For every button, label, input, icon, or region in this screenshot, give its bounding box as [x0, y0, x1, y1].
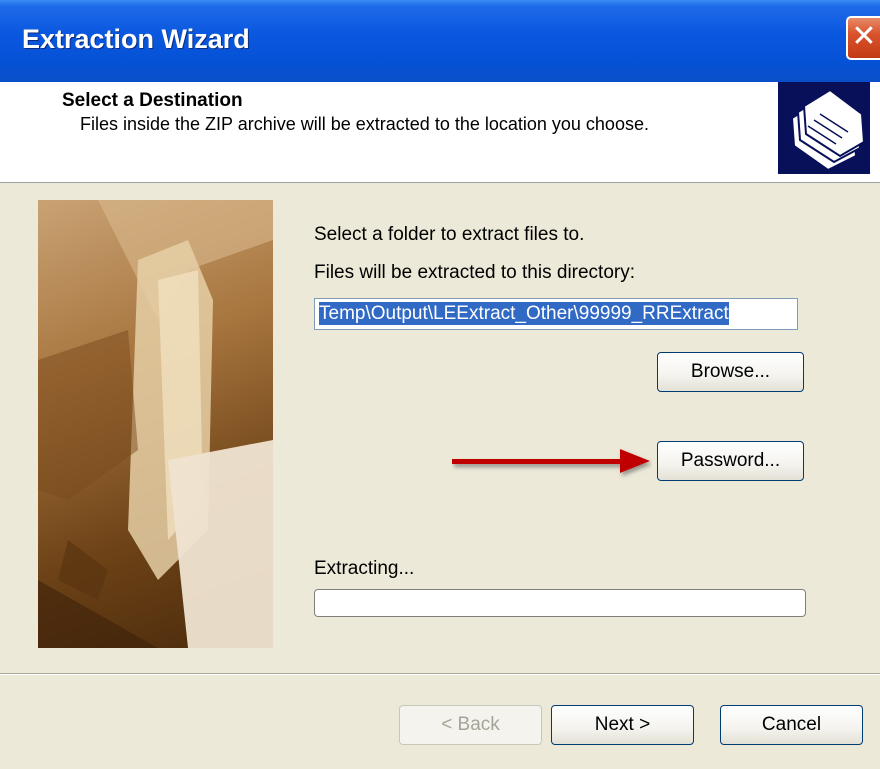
extracting-label: Extracting...: [314, 558, 415, 579]
arrow-icon: [452, 449, 650, 473]
page-title: Select a Destination: [62, 90, 243, 111]
close-icon: ✕: [851, 20, 877, 53]
destination-path-input[interactable]: Temp\Output\LEExtract_Other\99999_RRExtr…: [314, 298, 798, 330]
wizard-side-image: [38, 200, 273, 648]
folders-icon: [778, 82, 870, 174]
password-button[interactable]: Password...: [657, 441, 804, 481]
extraction-progress-bar: [314, 589, 806, 617]
destination-path-value: Temp\Output\LEExtract_Other\99999_RRExtr…: [319, 302, 729, 325]
next-button[interactable]: Next >: [551, 705, 694, 745]
page-description: Files inside the ZIP archive will be ext…: [80, 114, 649, 134]
title-bar[interactable]: Extraction Wizard ✕: [0, 0, 880, 82]
select-folder-label: Select a folder to extract files to.: [314, 224, 585, 245]
window-title: Extraction Wizard: [22, 24, 250, 54]
directory-label: Files will be extracted to this director…: [314, 262, 636, 283]
extraction-wizard-window: Extraction Wizard ✕ Select a Destination…: [0, 0, 880, 769]
wizard-header: Select a Destination Files inside the ZI…: [0, 82, 880, 183]
close-button[interactable]: ✕: [846, 16, 880, 60]
browse-button[interactable]: Browse...: [657, 352, 804, 392]
back-button[interactable]: < Back: [399, 705, 542, 745]
cancel-button[interactable]: Cancel: [720, 705, 863, 745]
footer-divider: [0, 673, 880, 675]
